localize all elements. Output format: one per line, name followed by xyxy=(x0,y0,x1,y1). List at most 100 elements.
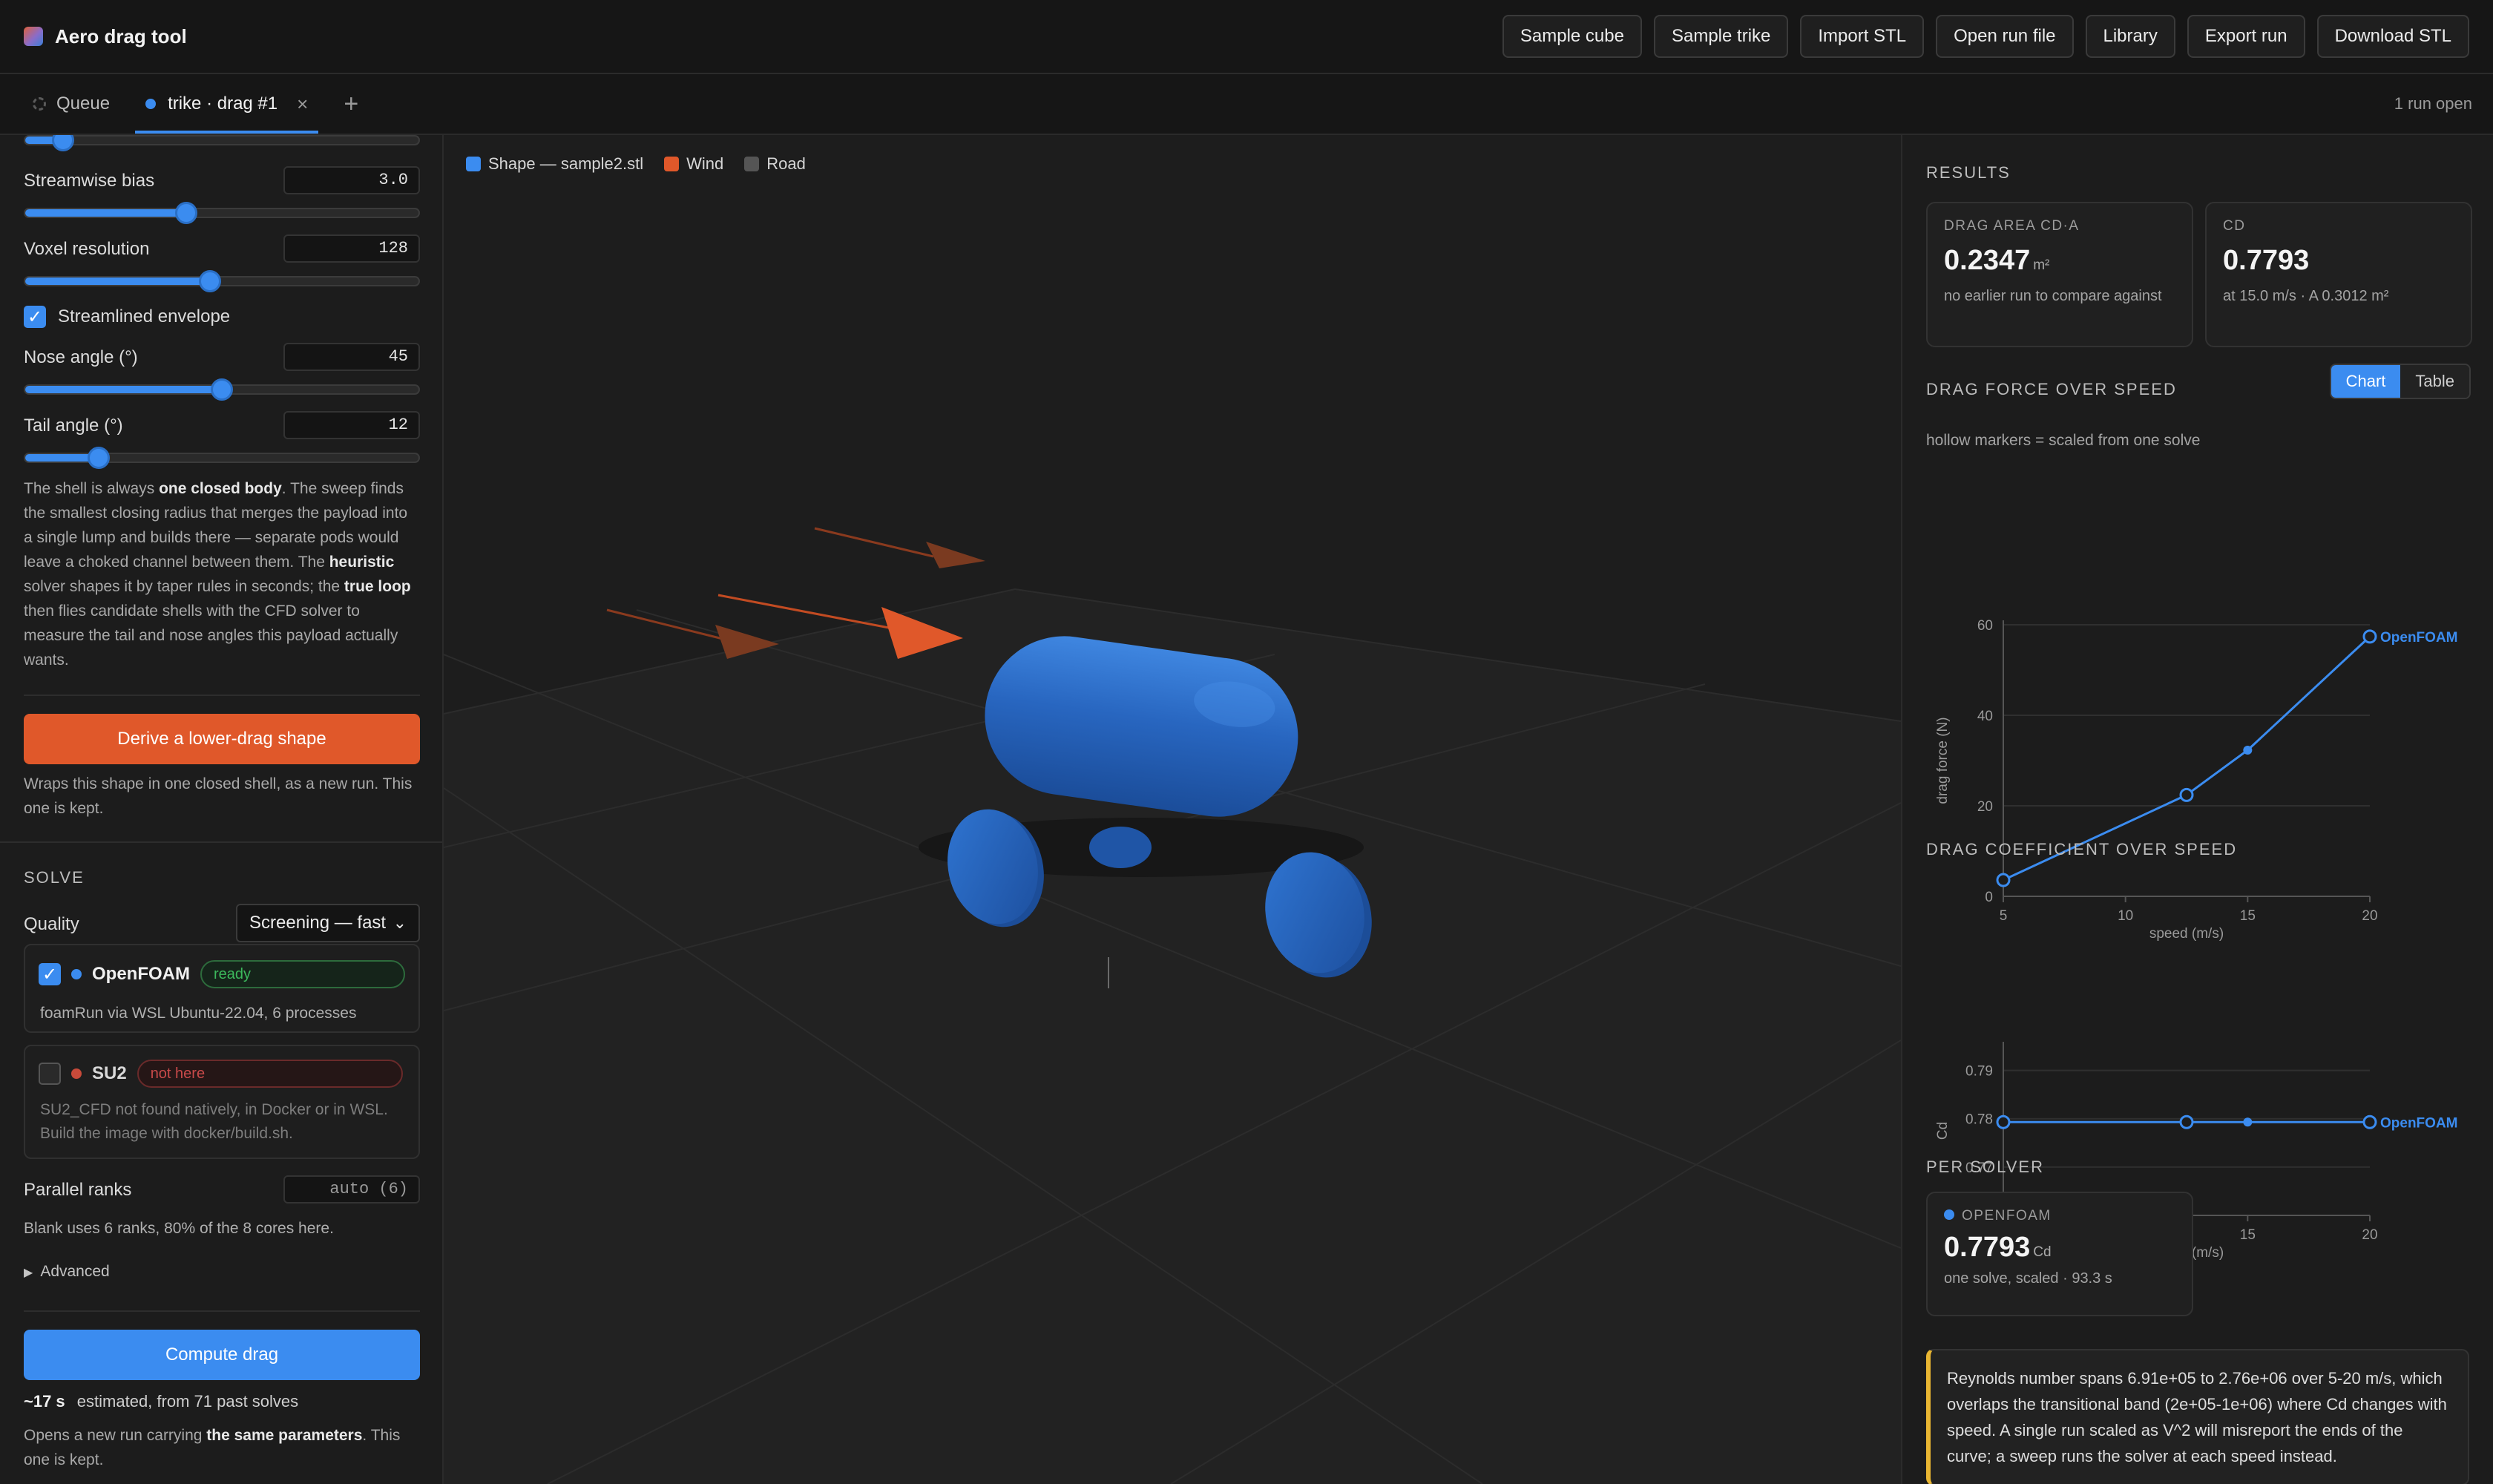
legend-shape[interactable]: Shape — sample2.stl xyxy=(466,154,643,174)
streamwise-bias-knob[interactable] xyxy=(174,202,197,224)
solver-card-su2: SU2 not here SU2_CFD not found natively,… xyxy=(24,1045,420,1159)
tail-angle-input[interactable]: 12 xyxy=(283,411,420,439)
drag-area-label: DRAG AREA CD·A xyxy=(1944,218,2080,234)
per-solver-title: PER SOLVER xyxy=(1926,1158,2044,1176)
drag-area-sub: no earlier run to compare against xyxy=(1944,288,2162,304)
openfoam-dot-icon xyxy=(1944,1209,1954,1220)
legend-road[interactable]: Road xyxy=(744,154,806,174)
openfoam-name: OpenFOAM xyxy=(92,964,190,984)
top-slider-row xyxy=(24,135,420,157)
coef-chart-title: DRAG COEFFICIENT OVER SPEED xyxy=(1926,840,2238,858)
top-bar: Aero drag tool Sample cube Sample trike … xyxy=(0,0,2493,74)
open-run-file-button[interactable]: Open run file xyxy=(1936,15,2074,58)
solve-section-title: SOLVE xyxy=(24,868,85,887)
tab-trike-drag-1[interactable]: trike · drag #1 × xyxy=(128,74,326,134)
quality-label: Quality xyxy=(24,914,79,934)
advanced-toggle[interactable]: ▶ Advanced xyxy=(24,1263,420,1281)
shell-description: The shell is always one closed body. The… xyxy=(24,480,411,669)
left-panel: Streamwise bias 3.0 Voxel resolution 128… xyxy=(0,135,444,1484)
voxel-resolution-slider[interactable] xyxy=(24,276,420,286)
scene-canvas xyxy=(444,527,1901,1484)
streamwise-bias-slider[interactable] xyxy=(24,208,420,218)
solver-card-openfoam: ✓ OpenFOAM ready foamRun via WSL Ubuntu-… xyxy=(24,944,420,1033)
su2-status-badge: not here xyxy=(137,1060,403,1088)
app-title: Aero drag tool xyxy=(55,24,187,47)
estimate-line: ~17 s estimated, from 71 past solves xyxy=(24,1392,420,1411)
data-point xyxy=(2179,787,2194,802)
cd-label: CD xyxy=(2223,218,2246,234)
spinner-icon xyxy=(33,97,46,111)
export-run-button[interactable]: Export run xyxy=(2187,15,2305,58)
library-button[interactable]: Library xyxy=(2085,15,2175,58)
data-point xyxy=(2243,1117,2253,1127)
sample-cube-button[interactable]: Sample cube xyxy=(1502,15,1642,58)
close-tab-icon[interactable]: × xyxy=(297,93,308,116)
compute-drag-button[interactable]: Compute drag xyxy=(24,1330,420,1380)
runs-open-status: 1 run open xyxy=(2394,94,2472,113)
table-toggle-button[interactable]: Table xyxy=(2400,365,2469,398)
app-logo-icon xyxy=(24,27,43,46)
voxel-resolution-label: Voxel resolution xyxy=(24,239,150,259)
cd-card: CD 0.7793 at 15.0 m/s · A 0.3012 m² xyxy=(2205,202,2472,347)
estimate-text: estimated, from 71 past solves xyxy=(76,1392,299,1411)
y-axis-label: drag force (N) xyxy=(1935,717,1951,804)
chart-toggle-button[interactable]: Chart xyxy=(2331,365,2401,398)
quality-select[interactable]: Screening — fast ⌄ xyxy=(236,904,420,942)
results-title: RESULTS xyxy=(1926,163,2011,182)
tab-queue[interactable]: Queue xyxy=(15,74,128,134)
download-stl-button[interactable]: Download STL xyxy=(2316,15,2469,58)
voxel-resolution-input[interactable]: 128 xyxy=(283,234,420,263)
parallel-ranks-label: Parallel ranks xyxy=(24,1180,132,1200)
reynolds-warning-note: Reynolds number spans 6.91e+05 to 2.76e+… xyxy=(1926,1349,2469,1484)
quality-row: Quality Screening — fast ⌄ xyxy=(24,904,420,942)
chart-table-toggle: Chart Table xyxy=(2329,364,2471,399)
data-point xyxy=(2179,1114,2194,1129)
cd-sub: at 15.0 m/s · A 0.3012 m² xyxy=(2223,288,2389,304)
tab-queue-label: Queue xyxy=(56,93,111,114)
tail-angle-label: Tail angle (°) xyxy=(24,416,123,436)
shape-swatch-icon xyxy=(466,157,481,171)
voxel-resolution-knob[interactable] xyxy=(198,270,221,292)
su2-checkbox[interactable] xyxy=(39,1063,61,1085)
drag-area-value: 0.2347 m² xyxy=(1944,245,2050,276)
openfoam-checkbox[interactable]: ✓ xyxy=(39,963,61,985)
top-slider[interactable] xyxy=(24,135,420,145)
series-label: OpenFOAM xyxy=(2380,1115,2458,1131)
top-actions: Sample cube Sample trike Import STL Open… xyxy=(1502,15,2469,58)
openfoam-header: ✓ OpenFOAM ready xyxy=(39,960,405,988)
add-tab-button[interactable]: + xyxy=(326,74,376,134)
data-point xyxy=(2243,745,2253,755)
tail-angle-slider[interactable] xyxy=(24,453,420,463)
wind-swatch-icon xyxy=(664,157,680,171)
data-point xyxy=(2362,629,2377,644)
derive-note: Wraps this shape in one closed shell, as… xyxy=(24,775,413,817)
x-tick-label: 20 xyxy=(2362,1227,2377,1243)
y-tick-label: 60 xyxy=(1977,618,1993,634)
su2-name: SU2 xyxy=(92,1063,127,1083)
force-chart-title: DRAG FORCE OVER SPEED xyxy=(1926,380,2177,398)
streamwise-bias-row: Streamwise bias 3.0 xyxy=(24,166,420,224)
drag-force-chart: 02040605 10 15 20speed (m/s)drag force (N)O… xyxy=(1935,618,2458,942)
3d-viewport[interactable]: Shape — sample2.stl Wind Road xyxy=(444,135,1901,1484)
voxel-resolution-row: Voxel resolution 128 xyxy=(24,234,420,292)
derive-lower-drag-button[interactable]: Derive a lower-drag shape xyxy=(24,714,420,764)
y-tick-label: 20 xyxy=(1977,799,1993,815)
nose-angle-input[interactable]: 45 xyxy=(283,343,420,371)
streamwise-bias-input[interactable]: 3.0 xyxy=(283,166,420,194)
import-stl-button[interactable]: Import STL xyxy=(1800,15,1925,58)
parallel-ranks-input[interactable]: auto (6) xyxy=(283,1175,420,1204)
per-solver-sub: one solve, scaled · 93.3 s xyxy=(1944,1270,2112,1287)
streamlined-envelope-row[interactable]: ✓ Streamlined envelope xyxy=(24,304,420,329)
divider xyxy=(24,1310,420,1312)
nose-angle-knob[interactable] xyxy=(211,378,233,401)
tail-angle-knob[interactable] xyxy=(88,447,111,469)
tab-strip: Queue trike · drag #1 × + 1 run open xyxy=(0,74,2493,135)
streamlined-envelope-checkbox[interactable]: ✓ xyxy=(24,306,46,328)
nose-angle-label: Nose angle (°) xyxy=(24,347,138,367)
top-slider-knob[interactable] xyxy=(52,135,75,151)
force-chart-note: hollow markers = scaled from one solve xyxy=(1926,432,2201,449)
sample-trike-button[interactable]: Sample trike xyxy=(1653,15,1789,58)
scene-legend: Shape — sample2.stl Wind Road xyxy=(466,154,806,174)
legend-wind[interactable]: Wind xyxy=(664,154,723,174)
quality-select-value: Screening — fast xyxy=(249,913,387,933)
